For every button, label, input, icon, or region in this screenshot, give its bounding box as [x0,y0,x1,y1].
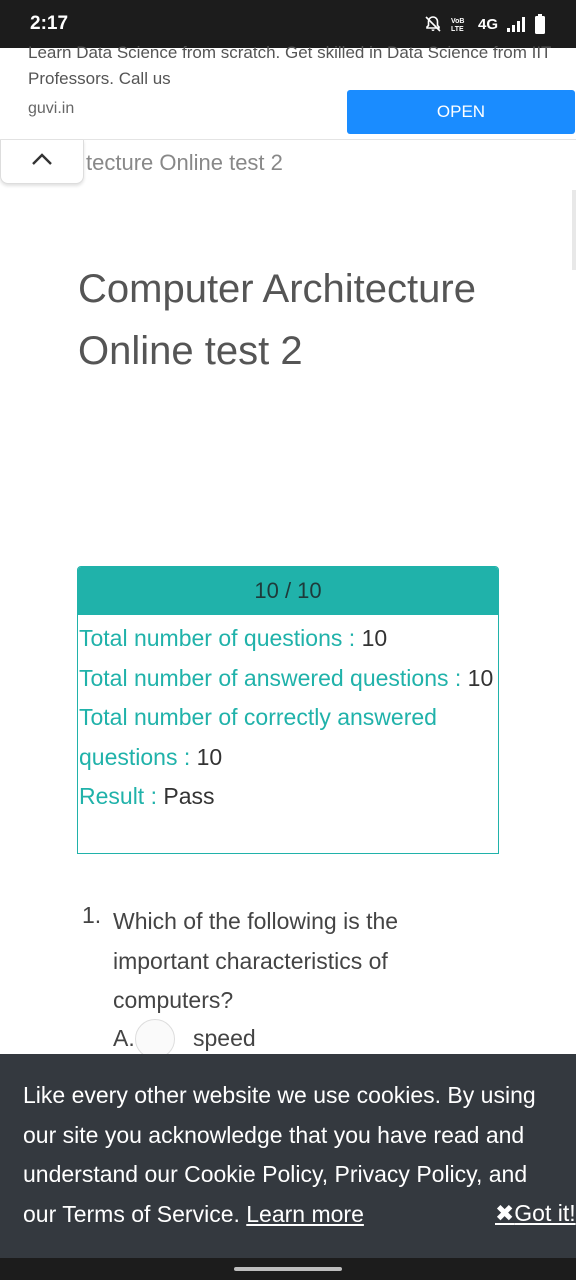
status-icons: VoB LTE 4G [424,14,546,34]
cookie-banner: Like every other website we use cookies.… [0,1054,576,1258]
got-it-label: Got it! [514,1200,576,1226]
cookie-text: Like every other website we use cookies.… [23,1076,563,1234]
signal-icon [506,16,526,32]
scrollbar[interactable] [572,190,576,270]
option-label[interactable]: speed [193,1025,256,1052]
learn-more-link[interactable]: Learn more [246,1201,364,1227]
result-label: Total number of correctly answered quest… [79,704,437,770]
navigation-bar [0,1258,576,1280]
volte-icon: VoB LTE [450,15,470,33]
svg-text:LTE: LTE [451,26,464,33]
ad-text: Learn Data Science from scratch. Get ski… [28,43,552,88]
result-row-correct: Total number of correctly answered quest… [79,698,498,777]
question-number: 1. [82,902,102,928]
battery-icon [534,14,546,34]
result-value: 10 [467,664,494,691]
result-row-answered: Total number of answered questions : 10 [79,659,498,699]
page-title: Computer Architecture Online test 2 [78,267,476,373]
collapse-button[interactable] [0,140,84,184]
ad-banner[interactable]: Learn Data Science from scratch. Get ski… [0,43,576,140]
chevron-up-icon [31,152,53,171]
result-row-result: Result : Pass [79,777,498,817]
result-body: Total number of questions : 10 Total num… [78,615,498,817]
score-header: 10 / 10 [78,567,498,615]
option-radio[interactable] [135,1019,175,1059]
close-icon: ✖ [495,1200,515,1226]
result-value: 10 [361,625,388,651]
result-value: 10 [196,743,223,770]
svg-text:VoB: VoB [451,18,464,25]
ad-open-button[interactable]: OPEN [347,90,575,134]
result-label: Total number of questions : [79,625,362,651]
question-text: Which of the following is the important … [113,908,399,1013]
sticky-header-title: tecture Online test 2 [86,150,283,175]
ad-domain[interactable]: guvi.in [28,100,74,118]
network-type: 4G [477,15,498,33]
home-gesture-handle[interactable] [234,1267,342,1271]
option-letter: A. [113,1025,135,1051]
result-value: Pass [163,783,215,809]
result-label: Total number of answered questions : [79,664,468,691]
result-row-total: Total number of questions : 10 [79,619,498,659]
result-box: 10 / 10 Total number of questions : 10 T… [77,566,499,854]
result-label: Result : [79,783,164,809]
status-time: 2:17 [30,13,69,34]
got-it-button[interactable]: ✖Got it! [495,1194,576,1234]
mute-bell-icon [424,15,442,33]
